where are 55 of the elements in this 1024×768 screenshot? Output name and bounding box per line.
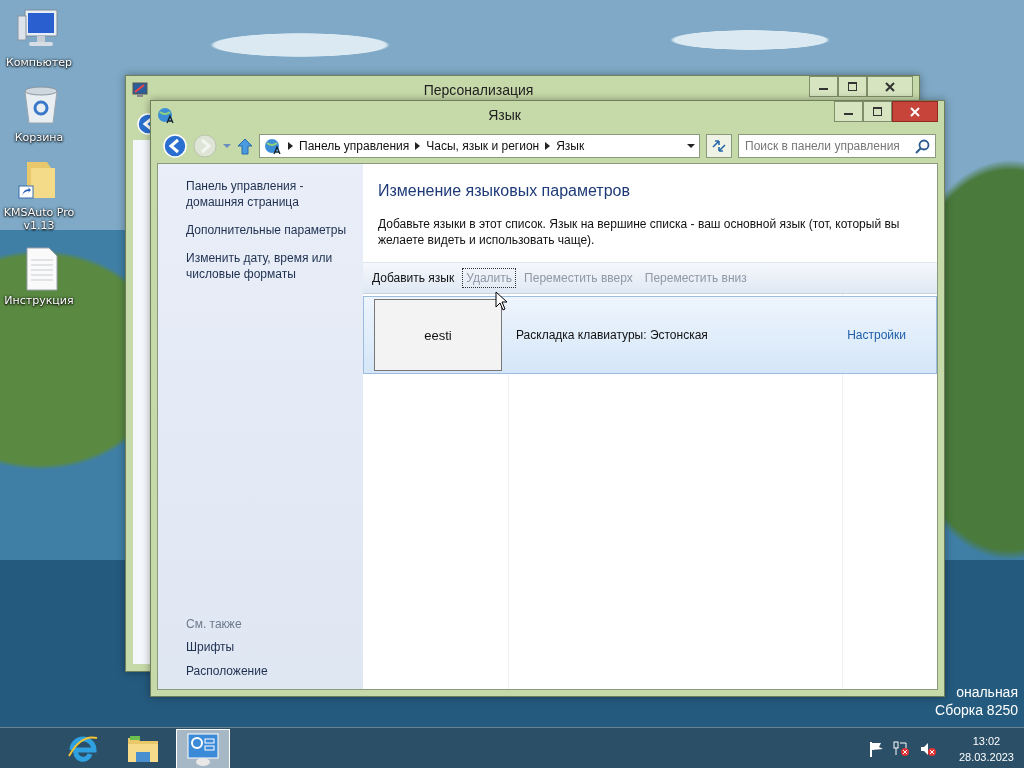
network-error-icon[interactable] <box>892 740 910 757</box>
refresh-icon <box>711 138 727 154</box>
desktop-info-text: Сборка 8250 <box>935 702 1018 718</box>
sidebar-link[interactable]: Изменить дату, время или числовые форматы <box>186 250 363 282</box>
address-bar[interactable]: Панель управления Часы, язык и регион Язык <box>259 134 700 158</box>
description-text: Добавьте языки в этот список. Язык на вершине списка - ваш основной язык (тот, который вы желаете видеть и использовать чаще). <box>377 216 901 248</box>
language-row[interactable]: eesti Раскладка клавиатуры: Эстонская Настройки <box>363 296 937 374</box>
chevron-icon <box>415 142 421 150</box>
toolbar-button[interactable]: Добавить язык <box>368 268 459 288</box>
close-icon <box>910 106 920 117</box>
sidebar-link[interactable]: Шрифты <box>186 639 363 655</box>
dropdown-arrow-icon[interactable] <box>687 144 695 148</box>
clock-date[interactable]: 28.03.2023 <box>958 748 1014 765</box>
close-button[interactable] <box>892 101 938 122</box>
breadcrumb-item[interactable]: Язык <box>556 139 585 153</box>
sidebar-link[interactable]: Панель управления - домашняя страница <box>186 178 363 210</box>
flag-icon[interactable] <box>868 740 883 757</box>
display-icon <box>132 82 148 98</box>
sidebar-link[interactable]: Расположение <box>186 663 363 679</box>
up-arrow-icon[interactable] <box>237 137 253 155</box>
options-link[interactable]: Настройки <box>847 328 906 342</box>
language-details: Раскладка клавиатуры: Эстонская <box>516 328 709 342</box>
language-tile: eesti <box>374 299 502 371</box>
back-icon[interactable] <box>137 113 150 135</box>
minimize-button[interactable] <box>809 76 838 97</box>
breadcrumb-item[interactable]: Панель управления <box>299 139 410 153</box>
maximize-button[interactable] <box>838 76 867 97</box>
back-button[interactable] <box>163 134 187 158</box>
window-title: Язык <box>487 107 522 123</box>
chevron-icon <box>545 142 551 150</box>
desktop-icon-label[interactable]: Инструкция <box>4 294 74 307</box>
taskbar-button[interactable] <box>176 728 230 768</box>
sidebar-link[interactable]: Дополнительные параметры <box>186 222 363 238</box>
search-icon[interactable] <box>915 138 930 154</box>
maximize-button[interactable] <box>863 101 892 122</box>
minimize-button[interactable] <box>834 101 863 122</box>
breadcrumb-item[interactable]: Часы, язык и регион <box>426 139 540 153</box>
maximize-icon <box>873 107 882 116</box>
desktop-info-text: ональная <box>956 684 1018 700</box>
maximize-icon <box>848 82 857 91</box>
chevron-icon <box>288 142 293 150</box>
cursor-icon <box>495 291 508 311</box>
forward-icon <box>193 134 217 158</box>
see-also-heading: См. также <box>186 617 243 631</box>
close-button[interactable] <box>867 76 913 97</box>
window-title: Персонализация <box>422 82 535 98</box>
language-icon <box>264 137 282 155</box>
search-field[interactable]: Поиск в панели управления <box>738 134 936 158</box>
control-panel-icon <box>186 731 220 766</box>
close-icon <box>885 81 895 92</box>
language-icon <box>157 106 175 124</box>
clock-time[interactable]: 13:02 <box>972 732 1001 749</box>
back-icon <box>163 134 187 158</box>
page-heading: Изменение языковых параметров <box>377 181 631 200</box>
refresh-button[interactable] <box>706 134 732 158</box>
